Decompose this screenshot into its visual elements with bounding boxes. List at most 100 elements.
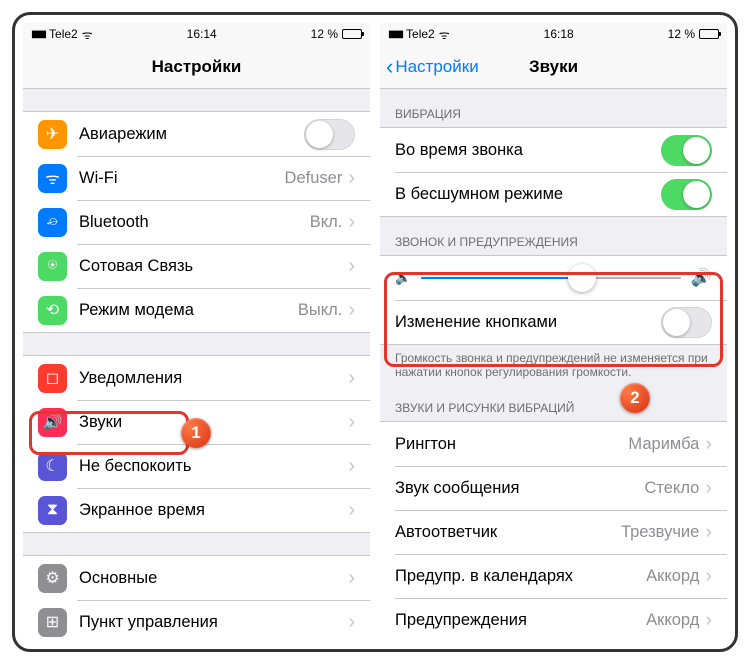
row-label: В бесшумном режиме: [395, 185, 661, 204]
carrier-label: Tele2: [406, 27, 435, 41]
notifications-icon: ◻: [38, 364, 67, 393]
sound-row[interactable]: АвтоответчикТрезвучие›: [380, 510, 727, 554]
sounds-icon: 🔊: [38, 408, 67, 437]
sound-row[interactable]: ПредупрежденияАккорд›: [380, 598, 727, 641]
settings-row-Основные[interactable]: ⚙ Основные›: [23, 556, 370, 600]
row-value: Defuser: [285, 169, 343, 188]
settings-list[interactable]: ✈АвиарежимᯤWi-FiDefuser›⌮BluetoothВкл.›⍟…: [23, 89, 370, 641]
airplane-icon: ✈: [38, 120, 67, 149]
chevron-left-icon: ‹: [386, 56, 393, 78]
general-icon: ⚙: [38, 564, 67, 593]
change-with-buttons-toggle[interactable]: [661, 307, 712, 338]
section-sound-patterns: ЗВУКИ И РИСУНКИ ВИБРАЦИЙ: [380, 383, 727, 421]
settings-row-Авиарежим[interactable]: ✈ Авиарежим: [23, 112, 370, 156]
carrier-label: Tele2: [49, 27, 78, 41]
nav-bar: ‹ Настройки Звуки: [380, 45, 727, 89]
battery-icon: [342, 29, 362, 39]
cellular-icon: ⍟: [38, 252, 67, 281]
row-value: Аккорд: [646, 611, 699, 630]
sound-row[interactable]: Звук сообщенияСтекло ›: [380, 466, 727, 510]
vibration-row[interactable]: Во время звонка: [380, 128, 727, 172]
settings-row-Не беспокоить[interactable]: ☾ Не беспокоить›: [23, 444, 370, 488]
row-value: Маримба: [628, 435, 699, 454]
control-center-icon: ⊞: [38, 608, 67, 637]
status-bar: ▮▮▮▮ Tele2 ᯤ 16:18 12 %: [380, 23, 727, 45]
back-label: Настройки: [395, 57, 478, 77]
nav-bar: Настройки: [23, 45, 370, 89]
battery-icon: [699, 29, 719, 39]
chevron-right-icon: ›: [348, 411, 355, 434]
row-value: Вкл.: [310, 213, 343, 232]
status-bar: ▮▮▮▮ Tele2 ᯤ 16:14 12 %: [23, 23, 370, 45]
chevron-right-icon: ›: [348, 455, 355, 478]
sounds-settings-list[interactable]: ВИБРАЦИЯ Во время звонка В бесшумном режи…: [380, 89, 727, 641]
screenshot-frame: ▮▮▮▮ Tele2 ᯤ 16:14 12 % Настройки ✈ Авиар…: [12, 12, 738, 652]
row-label: Не беспокоить: [79, 457, 348, 476]
row-label: Звук сообщения: [395, 479, 644, 498]
row-label: Пункт управления: [79, 613, 348, 632]
sound-row[interactable]: РингтонМаримба›: [380, 422, 727, 466]
phone-right: ▮▮▮▮ Tele2 ᯤ 16:18 12 % ‹ Настройки Звук…: [380, 23, 727, 641]
settings-row-Bluetooth[interactable]: ⌮ BluetoothВкл. ›: [23, 200, 370, 244]
sound-row[interactable]: Предупр. в календаряхАккорд ›: [380, 554, 727, 598]
battery-percent: 12 %: [668, 27, 695, 41]
bluetooth-icon: ⌮: [38, 208, 67, 237]
row-value: Аккорд: [646, 567, 699, 586]
row-value: Стекло: [644, 479, 699, 498]
settings-row-Режим модема[interactable]: ⟲Режим модемаВыкл.›: [23, 288, 370, 332]
speaker-high-icon: 🔊: [691, 268, 712, 288]
row-label: Звуки: [79, 413, 348, 432]
wifi-status-icon: ᯤ: [439, 26, 450, 43]
chevron-right-icon: ›: [348, 499, 355, 522]
settings-row-Wi-Fi[interactable]: ᯤWi-FiDefuser›: [23, 156, 370, 200]
section-vibration: ВИБРАЦИЯ: [380, 89, 727, 127]
row-label: Экранное время: [79, 501, 348, 520]
clock: 16:18: [544, 27, 574, 41]
hotspot-icon: ⟲: [38, 296, 67, 325]
settings-row-Экранное время[interactable]: ⧗ Экранное время›: [23, 488, 370, 532]
settings-row-Сотовая Связь[interactable]: ⍟ Сотовая Связь›: [23, 244, 370, 288]
settings-row-Уведомления[interactable]: ◻Уведомления›: [23, 356, 370, 400]
back-button[interactable]: ‹ Настройки: [380, 56, 479, 78]
row-label: Изменение кнопками: [395, 313, 661, 332]
page-title: Настройки: [23, 57, 370, 77]
speaker-low-icon: 🔈: [395, 270, 411, 286]
change-with-buttons-row[interactable]: Изменение кнопками: [380, 300, 727, 344]
row-label: Wi-Fi: [79, 169, 285, 188]
phone-left: ▮▮▮▮ Tele2 ᯤ 16:14 12 % Настройки ✈ Авиар…: [23, 23, 370, 641]
toggle[interactable]: [304, 119, 355, 150]
chevron-right-icon: ›: [705, 521, 712, 544]
ringer-footer: Громкость звонка и предупреждений не изм…: [380, 345, 727, 383]
row-label: Предупр. в календарях: [395, 567, 646, 586]
chevron-right-icon: ›: [348, 167, 355, 190]
vibration-row[interactable]: В бесшумном режиме: [380, 172, 727, 216]
settings-row-Пункт управления[interactable]: ⊞ Пункт управления›: [23, 600, 370, 641]
signal-icon: ▮▮▮▮: [31, 29, 45, 40]
row-value: Выкл.: [298, 301, 342, 320]
toggle[interactable]: [661, 135, 712, 166]
clock: 16:14: [187, 27, 217, 41]
chevron-right-icon: ›: [348, 611, 355, 634]
row-label: Во время звонка: [395, 141, 661, 160]
dnd-icon: ☾: [38, 452, 67, 481]
screentime-icon: ⧗: [38, 496, 67, 525]
chevron-right-icon: ›: [705, 609, 712, 632]
row-label: Авиарежим: [79, 125, 304, 144]
signal-icon: ▮▮▮▮: [388, 29, 402, 40]
row-label: Рингтон: [395, 435, 628, 454]
chevron-right-icon: ›: [705, 565, 712, 588]
chevron-right-icon: ›: [348, 211, 355, 234]
ringer-volume-slider[interactable]: [421, 266, 681, 290]
step-badge-2: 2: [620, 383, 650, 413]
battery-percent: 12 %: [311, 27, 338, 41]
chevron-right-icon: ›: [705, 477, 712, 500]
chevron-right-icon: ›: [348, 255, 355, 278]
row-label: Сотовая Связь: [79, 257, 348, 276]
toggle[interactable]: [661, 179, 712, 210]
chevron-right-icon: ›: [348, 567, 355, 590]
row-label: Основные: [79, 569, 348, 588]
chevron-right-icon: ›: [348, 299, 355, 322]
row-label: Bluetooth: [79, 213, 310, 232]
row-value: Трезвучие: [621, 523, 699, 542]
row-label: Уведомления: [79, 369, 348, 388]
